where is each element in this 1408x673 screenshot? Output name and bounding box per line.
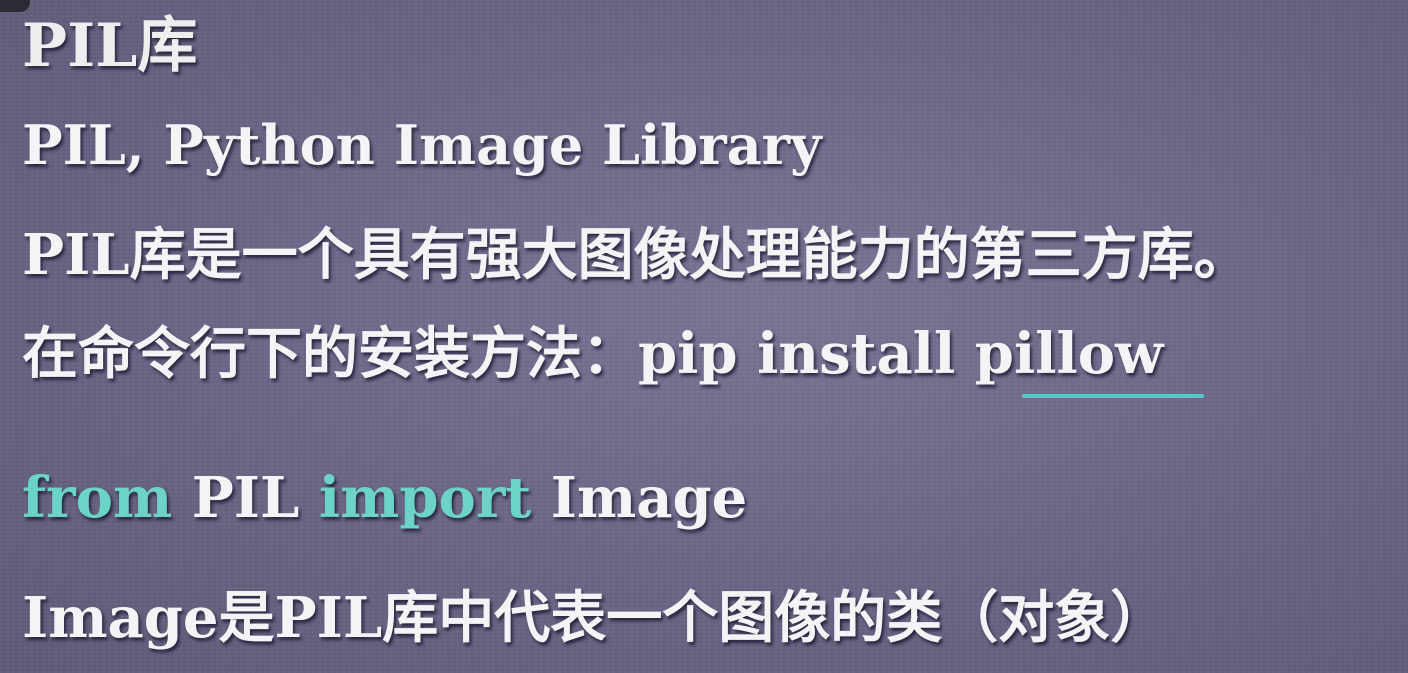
install-prefix: 在命令行下的安装方法：	[22, 321, 638, 387]
description-text: PIL库是一个具有强大图像处理能力的第三方库。	[22, 222, 1250, 288]
keyword-from: from	[22, 465, 173, 531]
install-command: pip install	[638, 321, 975, 387]
install-package-name: pillow	[974, 321, 1164, 387]
install-line: 在命令行下的安装方法：pip install pillow	[22, 326, 1163, 382]
import-line: from PIL import Image	[22, 470, 747, 526]
slide-title: PIL库	[22, 11, 198, 81]
imported-name: Image	[531, 465, 748, 531]
module-name: PIL	[172, 465, 319, 531]
slide: PIL库 PIL, Python Image Library PIL库是一个具有…	[0, 0, 1408, 673]
package-underline	[1022, 394, 1204, 398]
explanation-text: Image是PIL库中代表一个图像的类（对象）	[22, 585, 1167, 651]
slide-subtitle: PIL, Python Image Library	[22, 113, 822, 177]
keyword-import: import	[318, 465, 532, 531]
